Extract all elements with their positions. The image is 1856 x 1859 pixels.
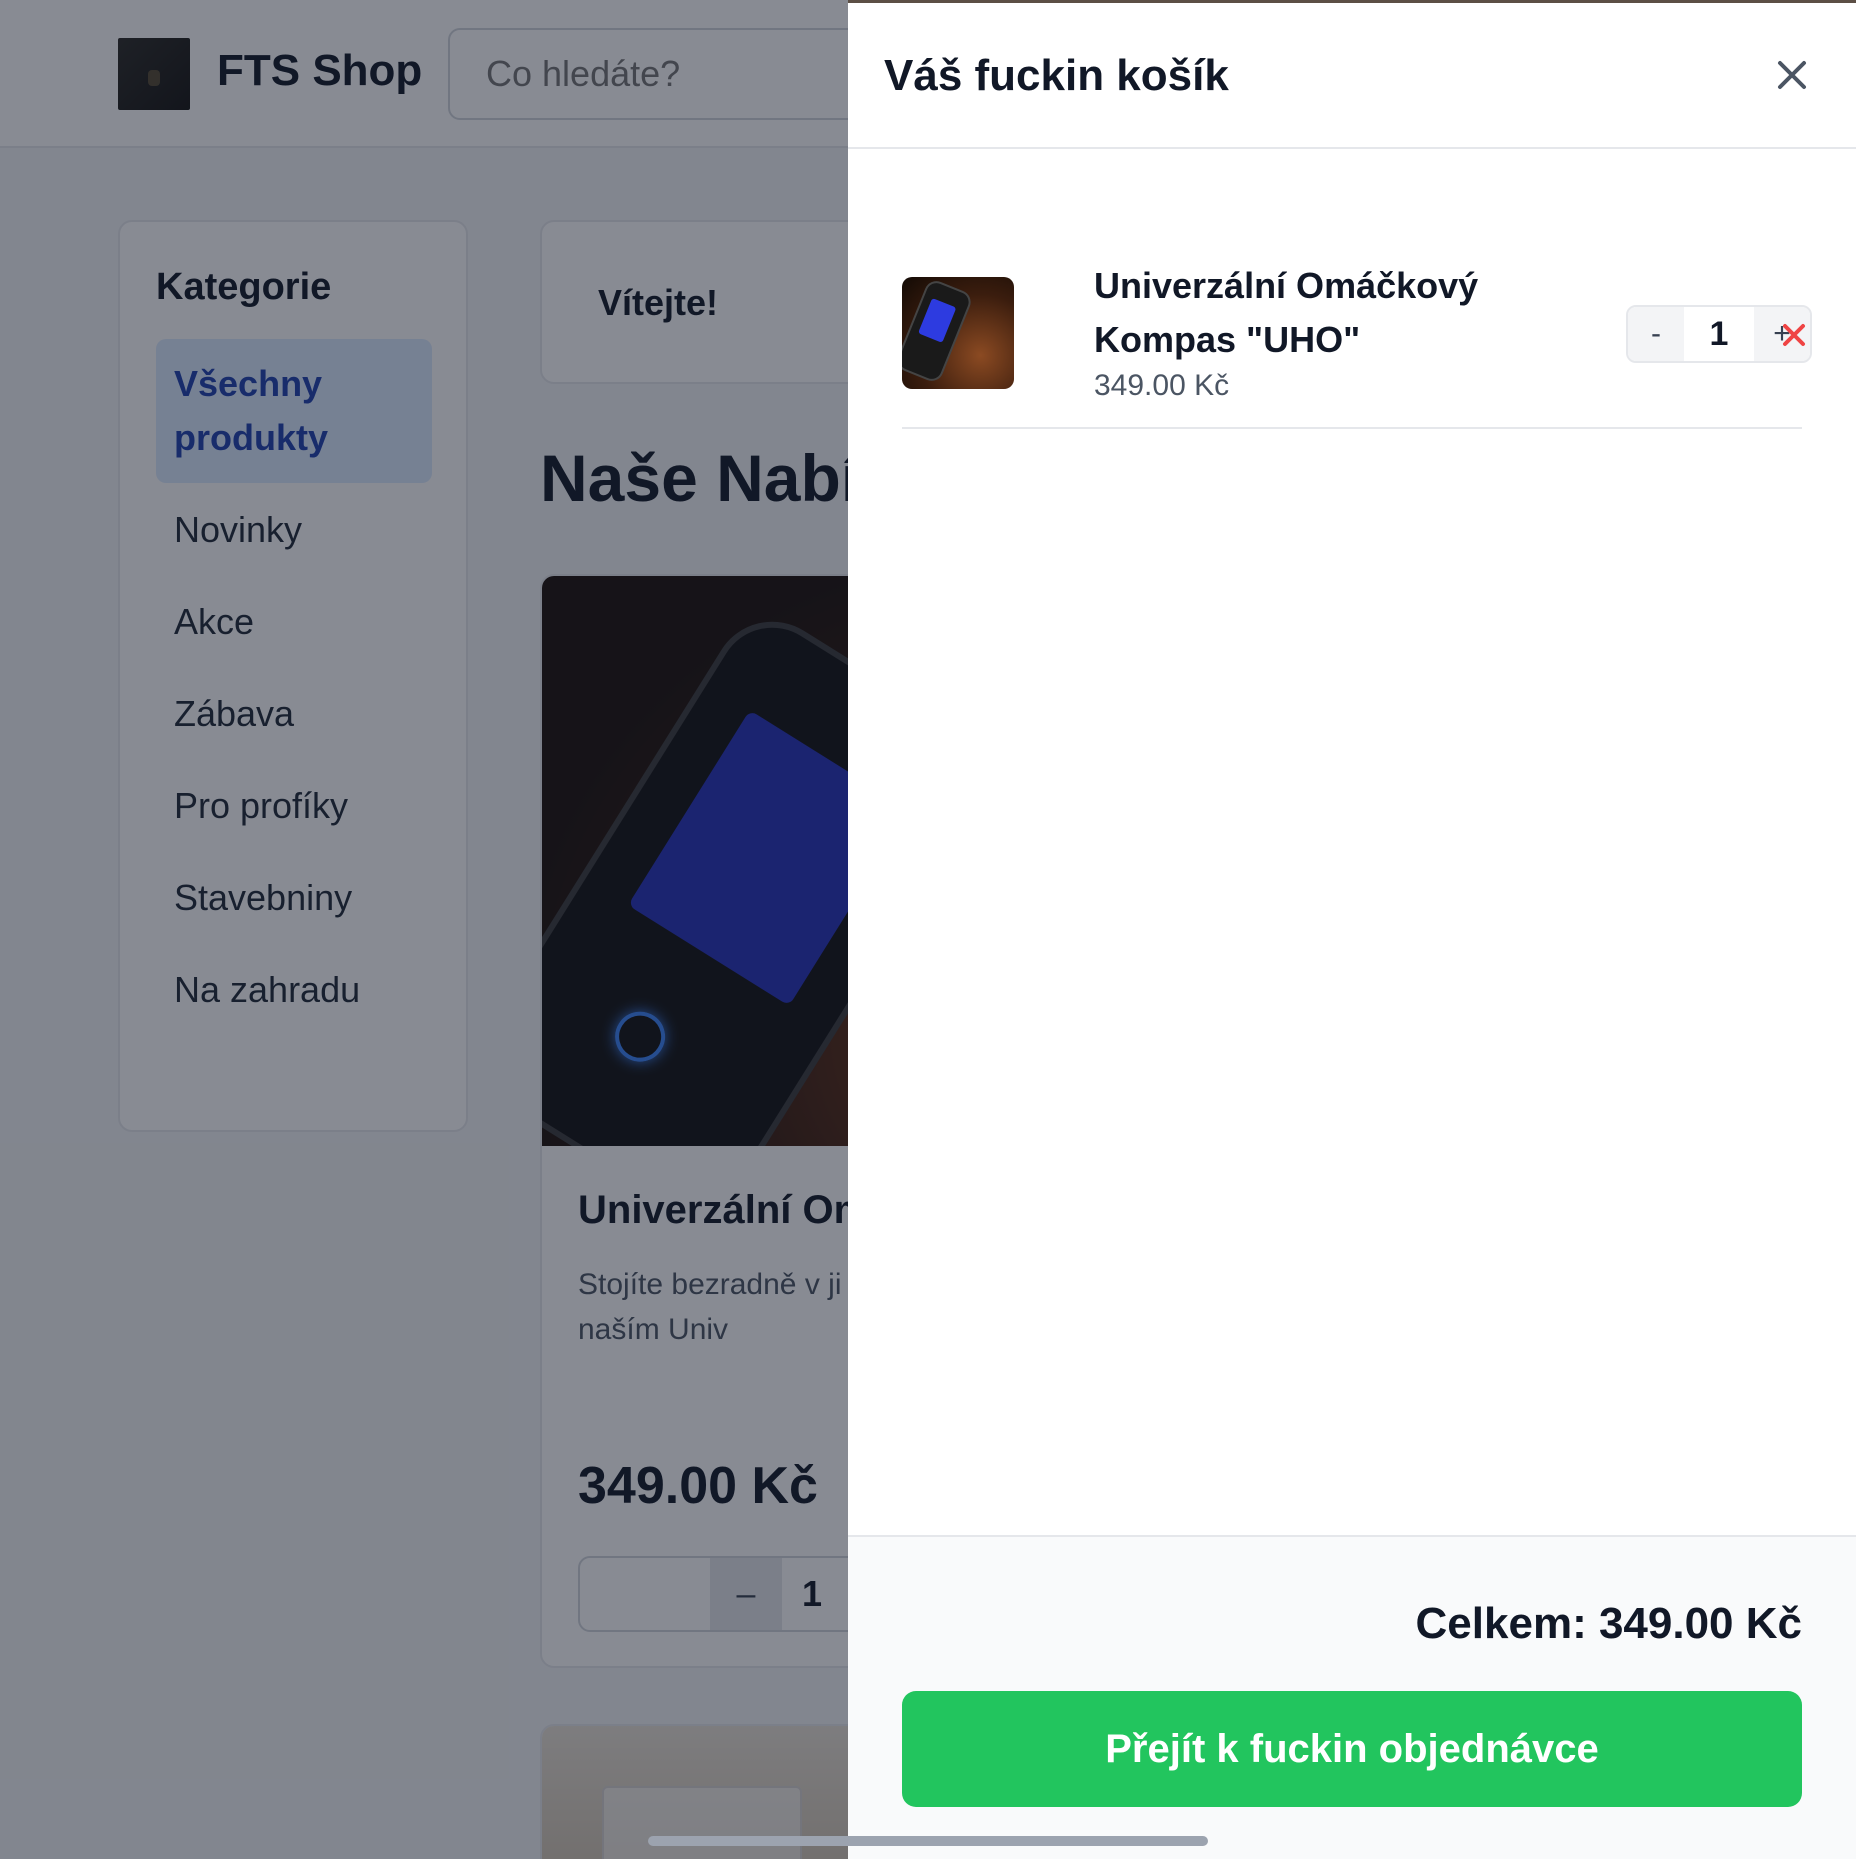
cart-item-name: Univerzální Omáčkový Kompas "UHO" (1094, 265, 1479, 360)
close-icon (1778, 61, 1806, 89)
cart-item-price: 349.00 Kč (1094, 369, 1230, 402)
home-indicator (648, 1836, 1208, 1846)
close-cart-button[interactable] (1768, 51, 1816, 99)
cart-item-thumbnail (902, 277, 1014, 389)
cart-qty-value[interactable]: 1 (1684, 307, 1754, 361)
cart-header: Váš fuckin košík (848, 3, 1856, 149)
cart-item: Univerzální Omáčkový Kompas "UHO" 349.00… (902, 259, 1812, 429)
remove-item-button[interactable] (1780, 321, 1808, 349)
cart-title: Váš fuckin košík (884, 51, 1229, 100)
cart-total: Celkem: 349.00 Kč (1415, 1599, 1802, 1648)
cart-qty-decrease-button[interactable]: - (1628, 307, 1684, 361)
cart-drawer: Váš fuckin košík Univerzální Omáčkový Ko… (848, 0, 1856, 1859)
remove-item-icon (1783, 324, 1805, 346)
cart-footer: Celkem: 349.00 Kč Přejít k fuckin objedn… (848, 1535, 1856, 1859)
modal-backdrop[interactable] (0, 0, 848, 1859)
checkout-button[interactable]: Přejít k fuckin objednávce (902, 1691, 1802, 1807)
